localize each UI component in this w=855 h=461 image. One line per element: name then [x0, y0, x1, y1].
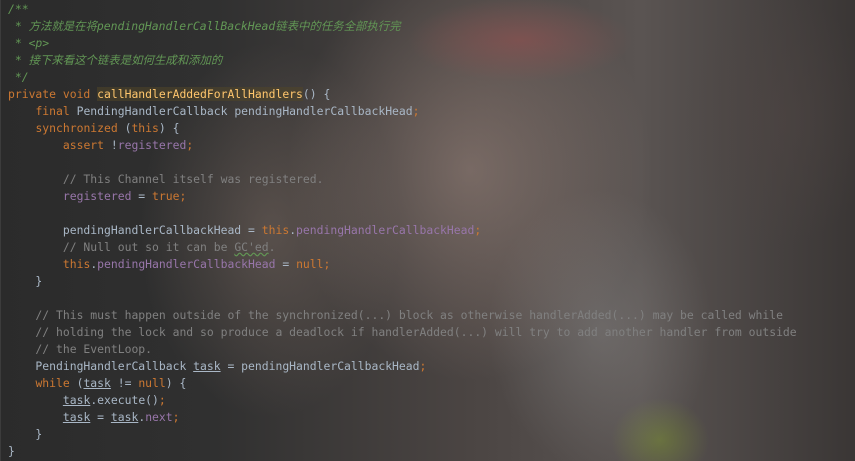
- code-token: ;: [474, 223, 482, 237]
- code-line[interactable]: [8, 290, 797, 307]
- code-token: final: [35, 104, 77, 118]
- code-token: .: [268, 240, 276, 254]
- code-token: next: [145, 410, 173, 424]
- code-token: pendingHandlerCallbackHead =: [8, 223, 262, 237]
- code-line[interactable]: * 接下来看这个链表是如何生成和添加的: [8, 52, 797, 69]
- code-token: ) {: [158, 121, 180, 135]
- code-token: this: [131, 121, 159, 135]
- code-token: ;: [172, 410, 180, 424]
- code-token: PendingHandlerCallback: [8, 359, 194, 373]
- code-token: true: [152, 189, 180, 203]
- code-token: }: [8, 427, 43, 441]
- code-token: = pendingHandlerCallbackHead: [220, 359, 420, 373]
- code-line[interactable]: // Null out so it can be GC'ed.: [8, 239, 797, 256]
- code-line[interactable]: // This Channel itself was registered.: [8, 171, 797, 188]
- code-line[interactable]: final PendingHandlerCallback pendingHand…: [8, 103, 797, 120]
- code-line[interactable]: * 方法就是在将pendingHandlerCallBackHead链表中的任务…: [8, 18, 797, 35]
- code-token: task: [62, 410, 91, 424]
- code-token: // the EventLoop.: [8, 342, 153, 356]
- code-token: registered: [62, 189, 132, 203]
- code-token: this: [261, 223, 290, 237]
- code-line[interactable]: task = task.next;: [8, 409, 797, 426]
- code-line[interactable]: * <p>: [8, 35, 797, 52]
- code-line[interactable]: [8, 205, 797, 222]
- code-token: =: [131, 189, 153, 203]
- code-line[interactable]: registered = true;: [8, 188, 797, 205]
- code-token: // This Channel itself was registered.: [8, 172, 324, 186]
- code-token: .execute(): [90, 393, 159, 407]
- code-token: pendingHandlerCallbackHead: [296, 223, 475, 237]
- code-line[interactable]: }: [8, 443, 797, 460]
- code-editor[interactable]: /** * 方法就是在将pendingHandlerCallBackHead链表…: [8, 1, 797, 460]
- code-token: ;: [158, 393, 166, 407]
- code-token: task: [110, 410, 139, 424]
- code-token: GC'ed: [234, 240, 269, 254]
- code-line[interactable]: }: [8, 273, 797, 290]
- code-token: task: [193, 359, 221, 373]
- code-line[interactable]: // the EventLoop.: [8, 341, 797, 358]
- code-token: null: [138, 376, 166, 390]
- code-token: this: [62, 257, 91, 271]
- code-token: ) {: [165, 376, 187, 390]
- code-token: =: [90, 410, 111, 424]
- code-line[interactable]: /**: [8, 1, 797, 18]
- code-token: !: [110, 138, 118, 152]
- code-token: while: [35, 376, 77, 390]
- code-line[interactable]: // This must happen outside of the synch…: [8, 307, 797, 324]
- code-line[interactable]: task.execute();: [8, 392, 797, 409]
- code-token: }: [8, 444, 15, 458]
- code-token: // This must happen outside of the synch…: [8, 308, 783, 322]
- code-token: * <p>: [8, 36, 50, 50]
- code-token: PendingHandlerCallback pendingHandlerCal…: [76, 104, 413, 118]
- code-token: }: [8, 274, 43, 288]
- code-line[interactable]: private void callHandlerAddedForAllHandl…: [8, 86, 797, 103]
- code-token: /**: [8, 2, 29, 16]
- code-token: assert: [62, 138, 111, 152]
- code-token: pendingHandlerCallbackHead: [97, 257, 276, 271]
- code-token: task: [62, 393, 91, 407]
- code-token: synchronized: [35, 121, 125, 135]
- code-line[interactable]: while (task != null) {: [8, 375, 797, 392]
- code-token: * 接下来看这个链表是如何生成和添加的: [8, 53, 223, 67]
- code-token: !=: [110, 376, 139, 390]
- code-token: ;: [179, 189, 187, 203]
- code-line[interactable]: synchronized (this) {: [8, 120, 797, 137]
- code-line[interactable]: pendingHandlerCallbackHead = this.pendin…: [8, 222, 797, 239]
- code-token: ;: [186, 138, 194, 152]
- code-line[interactable]: PendingHandlerCallback task = pendingHan…: [8, 358, 797, 375]
- code-line[interactable]: assert !registered;: [8, 137, 797, 154]
- code-line[interactable]: // holding the lock and so produce a dea…: [8, 324, 797, 341]
- code-line[interactable]: }: [8, 426, 797, 443]
- code-token: () {: [302, 87, 331, 101]
- code-line[interactable]: [8, 154, 797, 171]
- code-token: */: [8, 70, 29, 84]
- code-token: ;: [323, 257, 331, 271]
- code-line[interactable]: */: [8, 69, 797, 86]
- code-token: registered: [117, 138, 187, 152]
- code-token: // holding the lock and so produce a dea…: [8, 325, 797, 339]
- code-token: =: [275, 257, 297, 271]
- code-token: task: [83, 376, 111, 390]
- code-line[interactable]: this.pendingHandlerCallbackHead = null;: [8, 256, 797, 273]
- code-token: null: [296, 257, 324, 271]
- code-token: private void: [8, 87, 98, 101]
- code-token: * 方法就是在将pendingHandlerCallBackHead链表中的任务…: [8, 19, 401, 33]
- code-token: callHandlerAddedForAllHandlers: [97, 87, 303, 101]
- code-token: ;: [412, 104, 420, 118]
- code-token: ;: [419, 359, 427, 373]
- editor-gutter-divider: [0, 0, 1, 461]
- code-token: // Null out so it can be: [8, 240, 235, 254]
